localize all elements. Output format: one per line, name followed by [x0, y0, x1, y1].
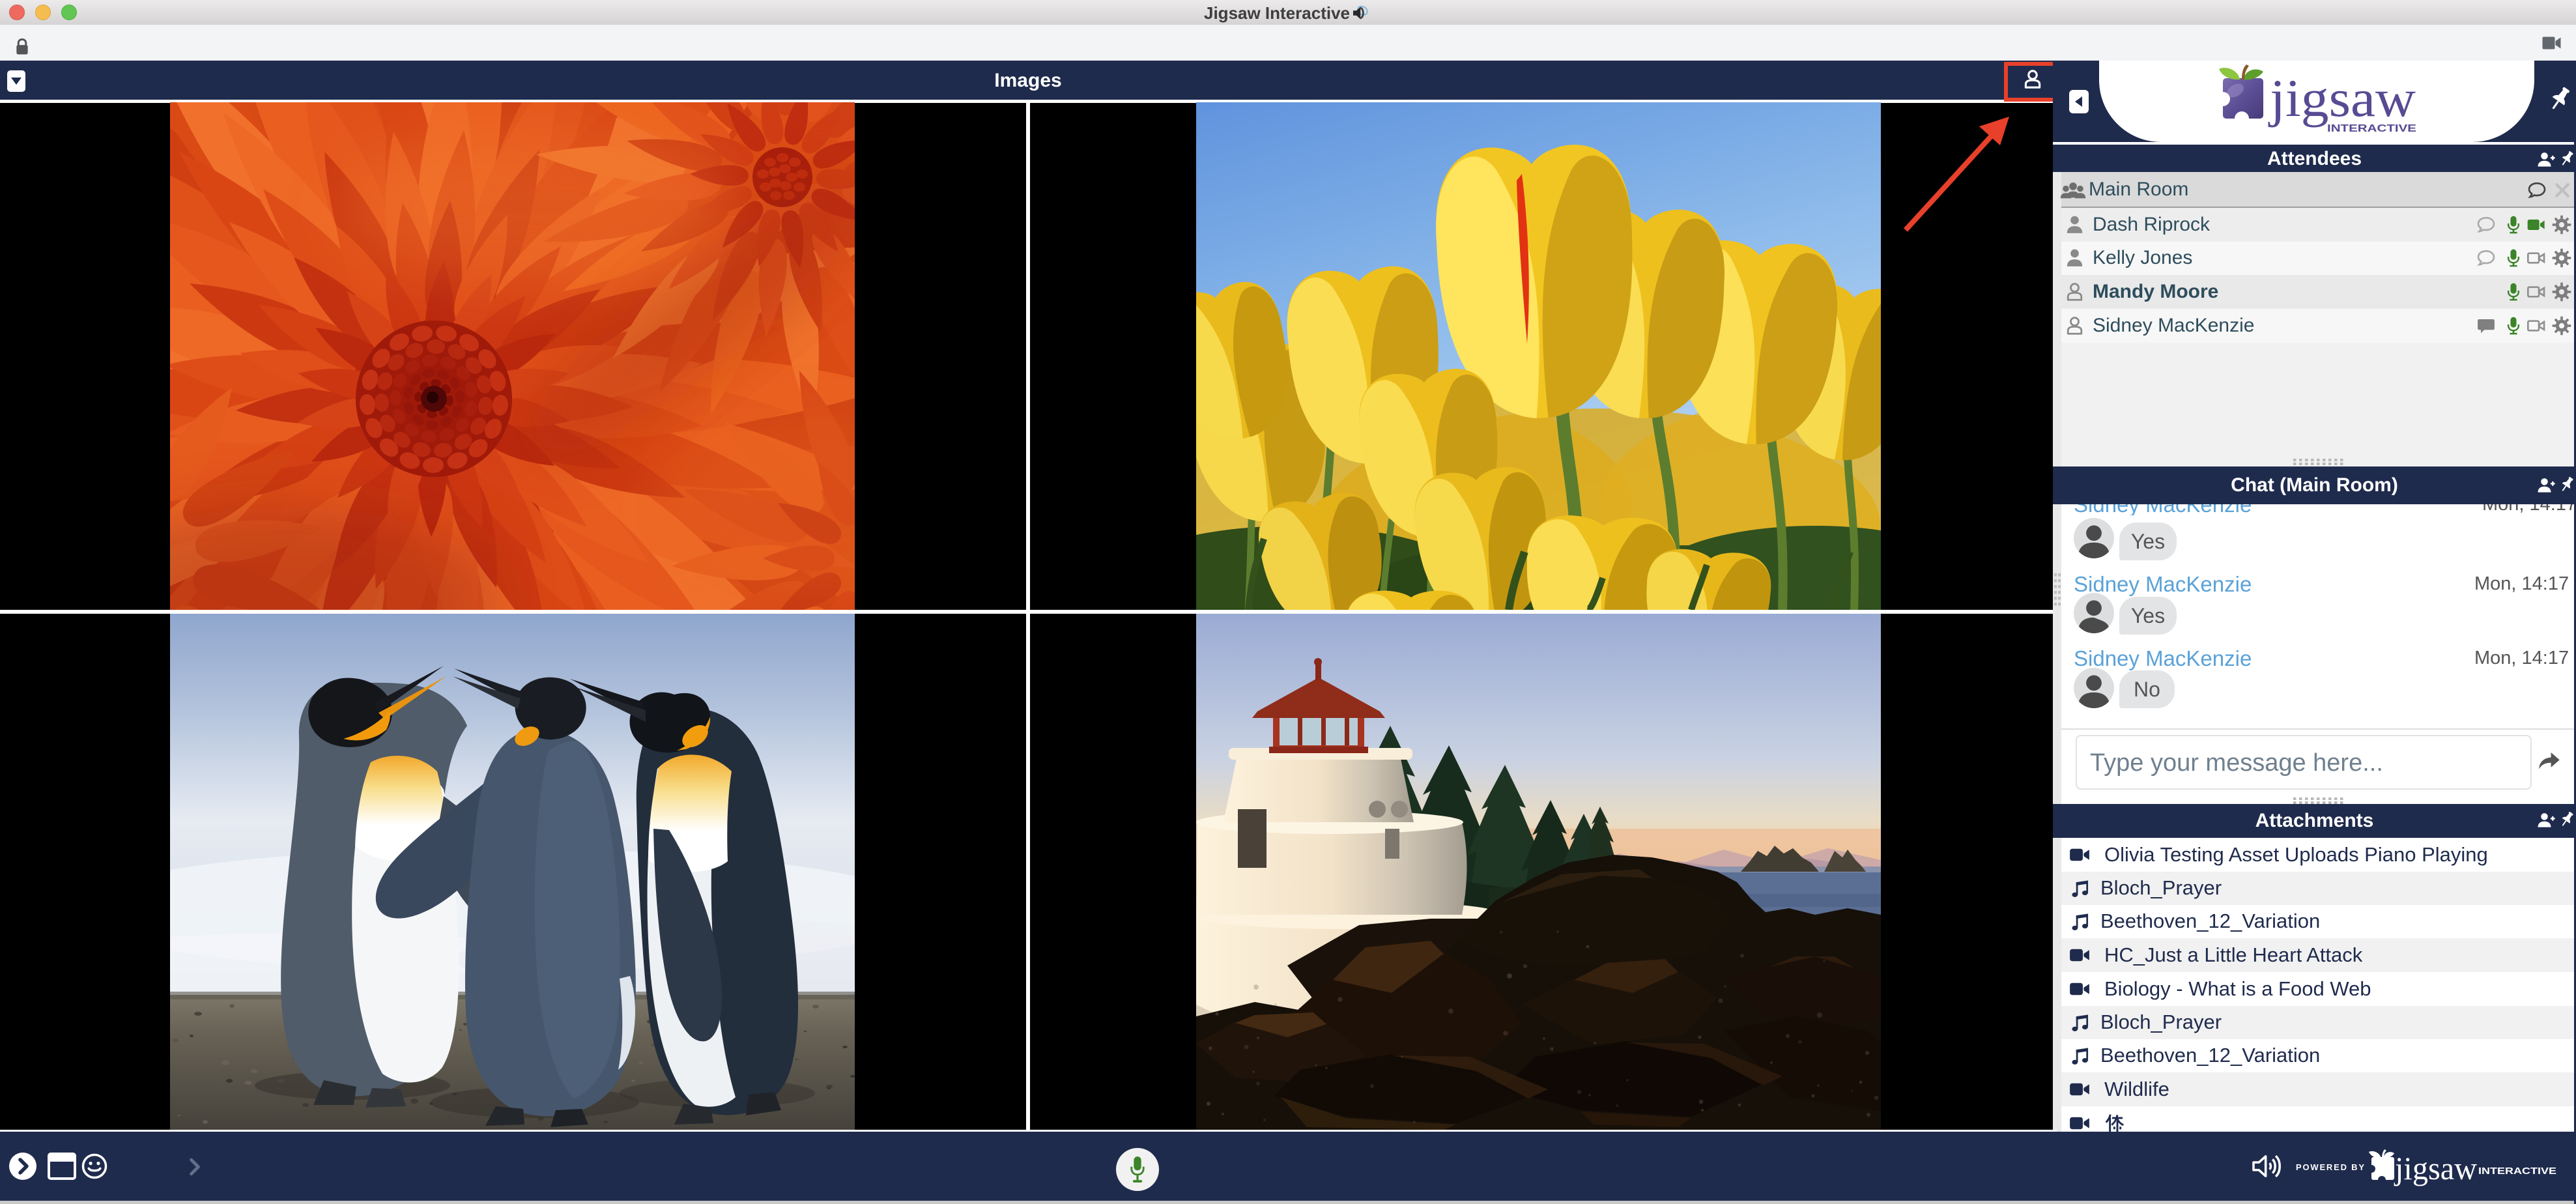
svg-text:INTERACTIVE: INTERACTIVE — [2327, 123, 2416, 134]
svg-text:jigsaw: jigsaw — [2394, 1150, 2477, 1186]
svg-text:jigsaw: jigsaw — [2268, 68, 2416, 128]
svg-text:INTERACTIVE: INTERACTIVE — [2478, 1166, 2556, 1177]
